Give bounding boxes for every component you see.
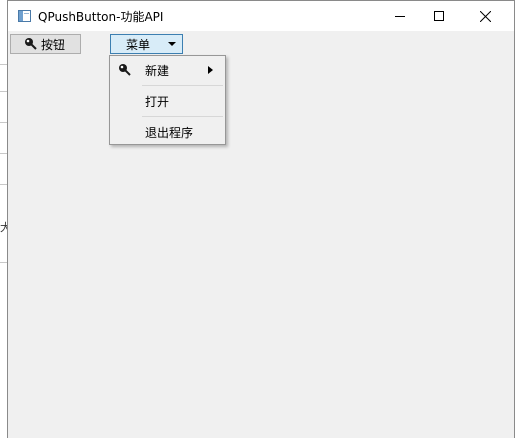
maximize-icon — [434, 11, 444, 21]
submenu-arrow-icon — [208, 66, 213, 74]
menu-separator — [142, 85, 223, 86]
menu-item-open[interactable]: 打开 — [112, 89, 223, 113]
menu-item-label: 打开 — [145, 95, 170, 109]
app-icon — [18, 10, 31, 22]
menu-item-label: 新建 — [145, 64, 170, 78]
menu-item-new[interactable]: 新建 — [112, 58, 223, 82]
minimize-icon — [395, 16, 405, 17]
menu-item-exit[interactable]: 退出程序 — [112, 120, 223, 144]
pin-icon — [119, 64, 131, 76]
menu-separator — [142, 116, 223, 117]
window-title: QPushButton-功能API — [38, 10, 164, 24]
dropdown-menu: 新建 打开 退出程序 — [109, 55, 226, 145]
close-button[interactable] — [462, 1, 508, 31]
push-button-label: 按钮 — [41, 37, 66, 52]
push-button[interactable]: 按钮 — [10, 34, 81, 54]
maximize-button[interactable] — [416, 1, 462, 31]
close-icon — [479, 10, 491, 22]
menu-item-label: 退出程序 — [145, 126, 194, 140]
menu-button[interactable]: 菜单 — [110, 34, 183, 54]
main-window: QPushButton-功能API 按钮 菜单 新建 打开 退出程序 — [7, 0, 515, 438]
dropdown-arrow-icon — [168, 42, 176, 46]
pin-icon — [25, 38, 37, 50]
title-bar[interactable]: QPushButton-功能API — [8, 1, 514, 31]
menu-button-label: 菜单 — [126, 37, 151, 52]
client-area: 按钮 菜单 新建 打开 退出程序 — [8, 31, 514, 438]
